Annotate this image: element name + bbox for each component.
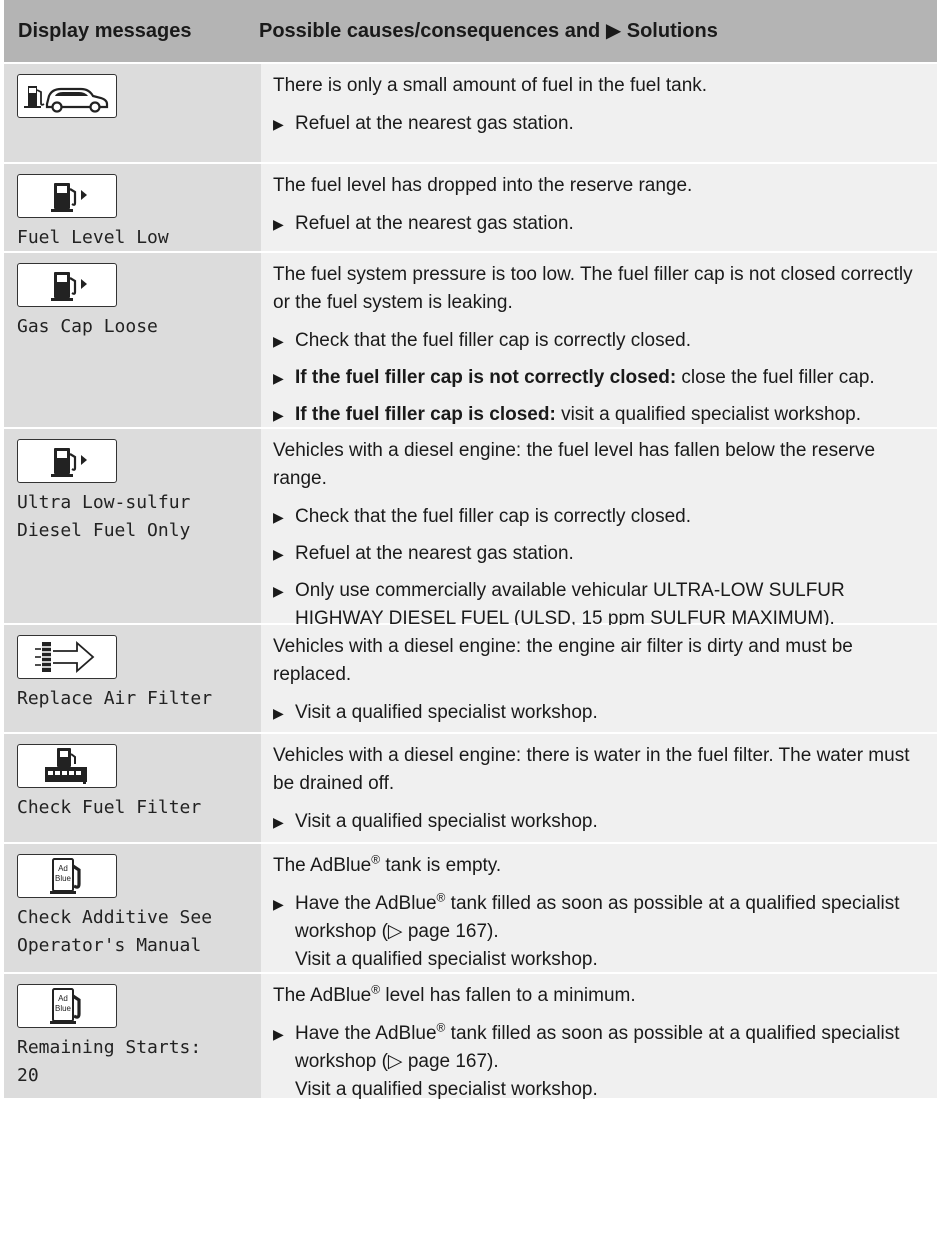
step-arrow-icon: ▶ — [273, 116, 284, 132]
fuel-pump-icon — [17, 263, 117, 307]
step-text: Visit a qualified specialist workshop. — [295, 702, 598, 723]
causes-solutions-cell: The AdBlue® level has fallen to a minimu… — [261, 974, 937, 1100]
step-condition: If the fuel filler cap is closed: — [295, 404, 556, 425]
cause-text: The fuel level has dropped into the rese… — [273, 175, 693, 196]
step-text: visit a qualified specialist workshop. — [555, 404, 861, 425]
display-message-text: Gas Cap Loose — [17, 316, 158, 337]
cause-text: Vehicles with a diesel engine: the engin… — [273, 636, 853, 685]
step-arrow-icon: ▶ — [273, 814, 284, 830]
causes-solutions-cell: Vehicles with a diesel engine: the fuel … — [261, 429, 937, 629]
table-row: Ad Blue Remaining Starts: 20 The AdBlue® le… — [4, 972, 937, 1100]
step-text: Check that the fuel filler cap is correc… — [295, 506, 692, 527]
display-message-cell — [4, 64, 261, 162]
cause-text: The AdBlue® tank is empty. — [273, 852, 502, 876]
car-fuel-icon — [17, 74, 117, 118]
step-arrow-icon: ▶ — [273, 705, 284, 721]
header-display-messages: Display messages — [18, 20, 192, 42]
table-row: Ad Blue Check Additive See Operator's Manu… — [4, 842, 937, 972]
svg-text:Blue: Blue — [55, 1004, 72, 1013]
step-text: Refuel at the nearest gas station. — [295, 543, 574, 564]
svg-text:Ad: Ad — [58, 994, 68, 1003]
display-message-text: Check Fuel Filter — [17, 797, 202, 818]
table-row: There is only a small amount of fuel in … — [4, 62, 937, 162]
solution-step: ▶ Visit a qualified specialist workshop. — [273, 808, 929, 836]
table-row: Check Fuel Filter Vehicles with a diesel … — [4, 732, 937, 842]
table-row: Ultra Low-sulfur Diesel Fuel Only Vehicle… — [4, 427, 937, 629]
fuel-pump-icon — [17, 174, 117, 218]
solution-step: ▶ Check that the fuel filler cap is corre… — [273, 503, 929, 531]
solution-step: ▶ Refuel at the nearest gas station. — [273, 110, 929, 138]
step-arrow-icon: ▶ — [273, 1026, 284, 1042]
display-message-cell: Fuel Level Low — [4, 164, 261, 251]
table-row: Replace Air Filter Vehicles with a diesel… — [4, 623, 937, 732]
cause-text: The fuel system pressure is too low. The… — [273, 264, 913, 313]
display-message-cell: Ad Blue Remaining Starts: 20 — [4, 974, 261, 1098]
svg-text:Ad: Ad — [58, 864, 68, 873]
solution-step: ▶ Visit a qualified specialist workshop. — [273, 699, 929, 727]
table-row: Gas Cap Loose The fuel system pressure is… — [4, 251, 937, 427]
step-arrow-icon: ▶ — [273, 216, 284, 232]
step-condition: If the fuel filler cap is not correctly … — [295, 367, 677, 388]
causes-solutions-cell: The fuel level has dropped into the rese… — [261, 164, 937, 251]
display-message-text: Replace Air Filter — [17, 688, 213, 709]
header-causes-solutions: Possible causes/consequences and ▶ Solut… — [259, 20, 718, 42]
step-arrow-icon: ▶ — [273, 509, 284, 525]
causes-solutions-cell: There is only a small amount of fuel in … — [261, 64, 937, 162]
display-message-cell: Ultra Low-sulfur Diesel Fuel Only — [4, 429, 261, 623]
display-messages-table: Display messages Possible causes/consequ… — [4, 0, 937, 1100]
solution-step: ▶ Have the AdBlue® tank filled as soon as… — [273, 1020, 929, 1104]
display-message-cell: Gas Cap Loose — [4, 253, 261, 427]
table-body: There is only a small amount of fuel in … — [4, 62, 937, 1100]
causes-solutions-cell: The fuel system pressure is too low. The… — [261, 253, 937, 427]
step-extra-text: Visit a qualified specialist workshop. — [295, 1079, 598, 1100]
solution-step: ▶ Check that the fuel filler cap is corre… — [273, 327, 929, 355]
cause-text: The AdBlue® level has fallen to a minimu… — [273, 982, 636, 1006]
step-extra-text: Visit a qualified specialist workshop. — [295, 949, 598, 970]
causes-solutions-cell: The AdBlue® tank is empty. ▶ Have the AdBl… — [261, 844, 937, 972]
step-text: Have the AdBlue® tank filled as soon as … — [295, 890, 900, 942]
solution-step: ▶ If the fuel filler cap is closed: visit… — [273, 401, 929, 429]
step-arrow-icon: ▶ — [273, 407, 284, 423]
step-text: Have the AdBlue® tank filled as soon as … — [295, 1020, 900, 1072]
display-message-cell: Check Fuel Filter — [4, 734, 261, 842]
table-row: Fuel Level Low The fuel level has dropped… — [4, 162, 937, 251]
display-message-cell: Ad Blue Check Additive See Operator's Manu… — [4, 844, 261, 972]
step-arrow-icon: ▶ — [273, 333, 284, 349]
display-message-cell: Replace Air Filter — [4, 625, 261, 732]
step-arrow-icon: ▶ — [273, 370, 284, 386]
solution-step: ▶ If the fuel filler cap is not correctly… — [273, 364, 929, 392]
svg-text:Blue: Blue — [55, 874, 72, 883]
causes-solutions-cell: Vehicles with a diesel engine: there is … — [261, 734, 937, 842]
step-text: Check that the fuel filler cap is correc… — [295, 330, 692, 351]
solution-step: ▶ Refuel at the nearest gas station. — [273, 210, 929, 238]
step-arrow-icon: ▶ — [273, 546, 284, 562]
cause-text: There is only a small amount of fuel in … — [273, 75, 708, 96]
adblue-icon: Ad Blue — [17, 984, 117, 1028]
step-text: Visit a qualified specialist workshop. — [295, 811, 598, 832]
step-text: Only use commercially available vehicula… — [295, 580, 845, 629]
display-message-text: Remaining Starts: 20 — [17, 1037, 202, 1086]
table-header: Display messages Possible causes/consequ… — [4, 0, 937, 62]
causes-solutions-cell: Vehicles with a diesel engine: the engin… — [261, 625, 937, 732]
cause-text: Vehicles with a diesel engine: there is … — [273, 745, 910, 794]
step-text: close the fuel filler cap. — [676, 367, 875, 388]
cause-text: Vehicles with a diesel engine: the fuel … — [273, 440, 876, 489]
solution-step: ▶ Have the AdBlue® tank filled as soon as… — [273, 890, 929, 974]
step-text: Refuel at the nearest gas station. — [295, 113, 574, 134]
fuel-pump-icon — [17, 439, 117, 483]
step-arrow-icon: ▶ — [273, 896, 284, 912]
display-message-text: Check Additive See Operator's Manual — [17, 907, 213, 956]
adblue-icon: Ad Blue — [17, 854, 117, 898]
solution-step: ▶ Refuel at the nearest gas station. — [273, 540, 929, 568]
step-text: Refuel at the nearest gas station. — [295, 213, 574, 234]
display-message-text: Ultra Low-sulfur Diesel Fuel Only — [17, 492, 191, 541]
display-message-text: Fuel Level Low — [17, 227, 169, 248]
fuel-filter-icon — [17, 744, 117, 788]
air-filter-icon — [17, 635, 117, 679]
